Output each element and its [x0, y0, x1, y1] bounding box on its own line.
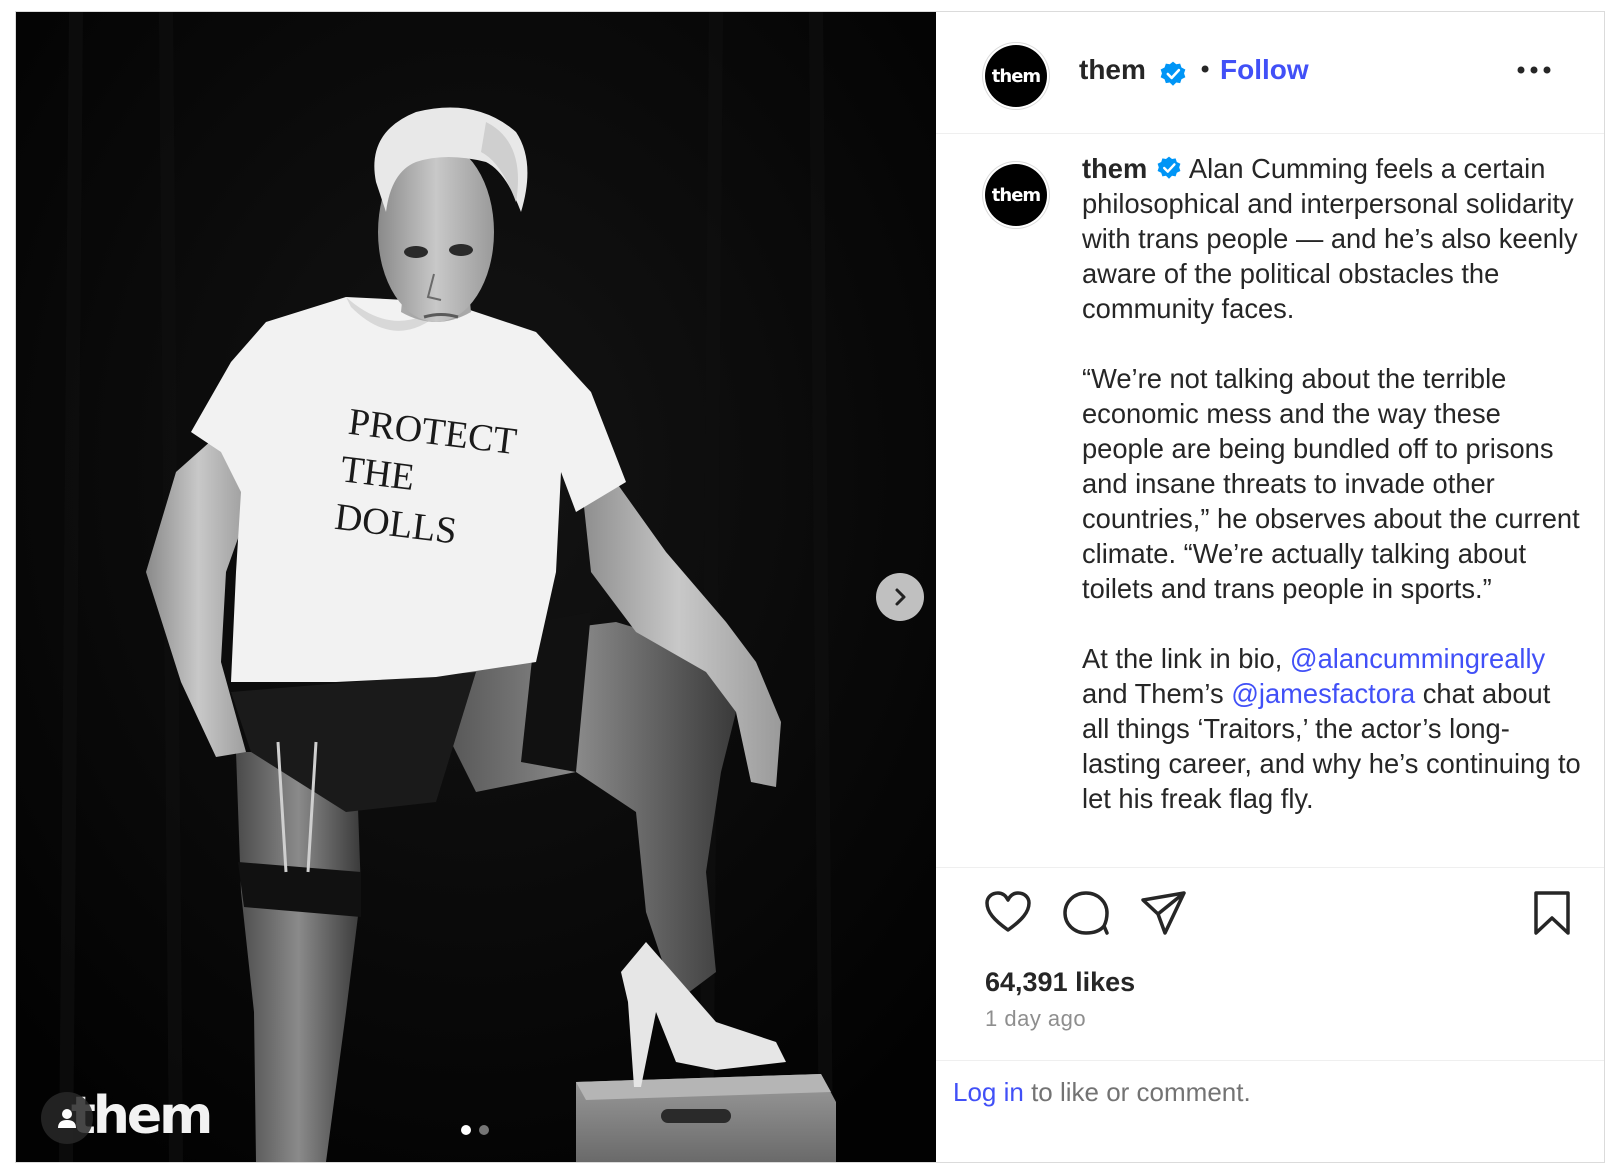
mention-link-jamesfactora[interactable]: @jamesfactora [1231, 678, 1415, 709]
login-prompt: Log in to like or comment. [953, 1077, 1251, 1108]
caption-text-3b: and Them’s [1082, 678, 1232, 709]
header-separator: • [1198, 56, 1213, 84]
post-card: PROTECT THE DOLLS them them them • Follo… [15, 11, 1605, 1163]
comment-icon[interactable] [1062, 890, 1110, 936]
account-username[interactable]: them [1079, 54, 1146, 86]
verified-icon [1160, 61, 1186, 86]
post-timestamp[interactable]: 1 day ago [985, 1006, 1086, 1032]
caption-avatar[interactable]: them [985, 164, 1047, 226]
post-media: PROTECT THE DOLLS them [16, 12, 936, 1162]
action-bar [936, 872, 1604, 952]
share-icon[interactable] [1140, 890, 1188, 936]
post-header: them them • Follow [936, 12, 1604, 134]
post-caption: them Alan Cumming feels a certain philos… [1082, 151, 1582, 851]
more-icon[interactable] [1516, 64, 1552, 76]
carousel-next-button[interactable] [876, 573, 924, 621]
account-avatar[interactable]: them [985, 45, 1047, 107]
carousel-dot-2 [479, 1125, 489, 1135]
likes-count[interactable]: 64,391 likes [985, 967, 1135, 998]
tagged-users-button[interactable] [41, 1092, 93, 1144]
post-side-panel: them them • Follow them them Alan Cummin… [936, 12, 1604, 1162]
caption-paragraph-1: them Alan Cumming feels a certain philos… [1082, 151, 1582, 326]
caption-paragraph-2: “We’re not talking about the terrible ec… [1082, 363, 1580, 604]
shirt-text-line-2: THE [338, 448, 416, 499]
chevron-right-icon [895, 588, 906, 606]
carousel-indicator [461, 1125, 489, 1135]
verified-icon [1157, 156, 1181, 179]
follow-button[interactable]: Follow [1220, 54, 1309, 86]
login-prompt-bar: Log in to like or comment. [936, 1060, 1604, 1162]
login-prompt-text: to like or comment. [1023, 1077, 1251, 1107]
mention-link-alancummingreally[interactable]: @alancummingreally [1290, 643, 1545, 674]
caption-section: them them Alan Cumming feels a certain p… [936, 134, 1604, 868]
caption-paragraph-3: At the link in bio, @alancummingreally a… [1082, 641, 1582, 816]
carousel-dot-1 [461, 1125, 471, 1135]
bookmark-icon[interactable] [1532, 890, 1572, 936]
caption-username[interactable]: them [1082, 153, 1147, 184]
caption-text-3a: At the link in bio, [1082, 643, 1290, 674]
user-tag-icon [58, 1109, 76, 1128]
login-link[interactable]: Log in [953, 1077, 1024, 1107]
post-photo: PROTECT THE DOLLS [16, 12, 936, 1162]
heart-icon[interactable] [984, 890, 1032, 934]
